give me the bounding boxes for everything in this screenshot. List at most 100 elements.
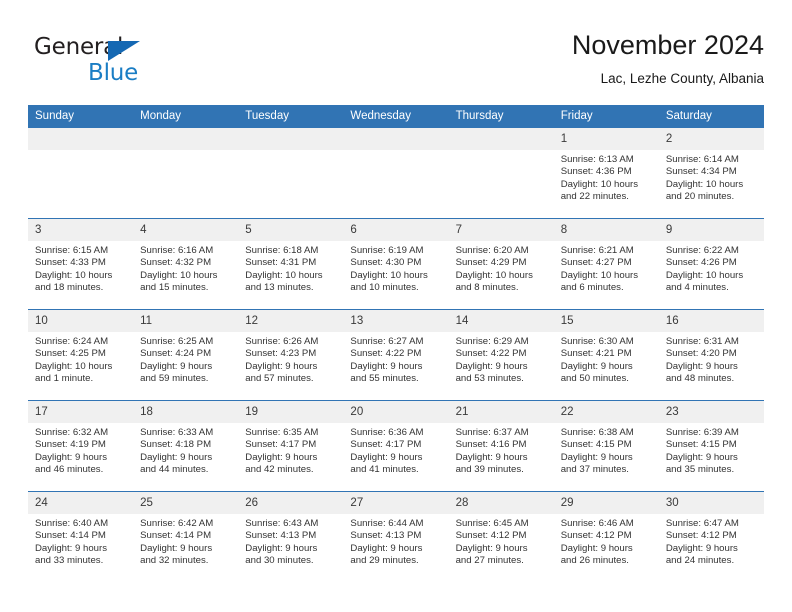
sunset-text: Sunset: 4:22 PM: [455, 348, 527, 360]
calendar-day-cell[interactable]: 12 Sunrise: 6:26 AM Sunset: 4:23 PM Dayligh…: [238, 309, 344, 401]
weekday-header-friday: Friday: [553, 105, 659, 128]
sunset-text: Sunset: 4:15 PM: [560, 439, 632, 451]
sunset-text: Sunset: 4:19 PM: [35, 439, 106, 451]
calendar-day-cell[interactable]: 25 Sunrise: 6:42 AM Sunset: 4:14 PM Dayligh…: [133, 491, 239, 580]
sunrise-text: Sunrise: 6:25 AM: [140, 336, 214, 347]
calendar-day-cell[interactable]: 10 Sunrise: 6:24 AM Sunset: 4:25 PM Dayligh…: [28, 309, 134, 401]
daylight-text-line2: and 1 minute.: [35, 373, 94, 385]
daylight-text-line2: and 27 minutes.: [455, 555, 524, 567]
calendar-day-cell[interactable]: 27 Sunrise: 6:44 AM Sunset: 4:13 PM Dayligh…: [343, 491, 449, 580]
sunset-text: Sunset: 4:31 PM: [245, 257, 317, 269]
daylight-text-line2: and 50 minutes.: [560, 373, 629, 385]
day-number: 17: [28, 401, 134, 423]
generalblue-logo[interactable]: General Blue: [28, 32, 258, 94]
calendar-day-cell[interactable]: 24 Sunrise: 6:40 AM Sunset: 4:14 PM Dayligh…: [28, 491, 134, 580]
page-title: November 2024: [571, 30, 764, 60]
calendar-day-cell[interactable]: 18 Sunrise: 6:33 AM Sunset: 4:18 PM Dayligh…: [133, 400, 239, 492]
sunset-text: Sunset: 4:36 PM: [560, 166, 632, 178]
calendar-day-cell[interactable]: 6 Sunrise: 6:19 AM Sunset: 4:30 PM Daylight…: [343, 218, 449, 310]
calendar-day-cell[interactable]: 14 Sunrise: 6:29 AM Sunset: 4:22 PM Dayligh…: [448, 309, 554, 401]
weekday-header-saturday: Saturday: [658, 105, 764, 128]
calendar-day-cell[interactable]: 15 Sunrise: 6:30 AM Sunset: 4:21 PM Dayligh…: [553, 309, 659, 401]
sunrise-text: Sunrise: 6:40 AM: [35, 518, 109, 529]
calendar-day-cell[interactable]: 20 Sunrise: 6:36 AM Sunset: 4:17 PM Dayligh…: [343, 400, 449, 492]
calendar-day-cell[interactable]: 11 Sunrise: 6:25 AM Sunset: 4:24 PM Dayligh…: [133, 309, 239, 401]
day-number: 27: [343, 492, 449, 514]
sunrise-text: Sunrise: 6:27 AM: [350, 336, 424, 347]
calendar-day-cell[interactable]: 4 Sunrise: 6:16 AM Sunset: 4:32 PM Daylight…: [133, 218, 239, 310]
daylight-text-line1: Daylight: 9 hours: [140, 360, 213, 372]
daylight-text-line1: Daylight: 9 hours: [560, 451, 633, 463]
daylight-text-line2: and 42 minutes.: [245, 464, 314, 476]
day-details: Sunrise: 6:38 AM Sunset: 4:15 PM Daylight:…: [554, 423, 659, 477]
daylight-text-line2: and 10 minutes.: [350, 282, 419, 294]
day-number: 21: [448, 401, 554, 423]
calendar-day-cell[interactable]: 29 Sunrise: 6:46 AM Sunset: 4:12 PM Dayligh…: [553, 491, 659, 580]
calendar-day-cell[interactable]: 19 Sunrise: 6:35 AM Sunset: 4:17 PM Dayligh…: [238, 400, 344, 492]
day-details: Sunrise: 6:47 AM Sunset: 4:12 PM Daylight:…: [659, 514, 764, 568]
day-number: 8: [553, 219, 659, 241]
sunset-text: Sunset: 4:24 PM: [140, 348, 212, 360]
day-details: Sunrise: 6:24 AM Sunset: 4:25 PM Daylight:…: [28, 332, 133, 386]
sunrise-text: Sunrise: 6:21 AM: [560, 245, 634, 256]
daylight-text-line1: Daylight: 10 hours: [140, 269, 218, 281]
day-details: Sunrise: 6:25 AM Sunset: 4:24 PM Daylight:…: [133, 332, 238, 386]
sunrise-text: Sunrise: 6:16 AM: [140, 245, 214, 256]
calendar-day-cell[interactable]: 5 Sunrise: 6:18 AM Sunset: 4:31 PM Daylight…: [238, 218, 344, 310]
weekday-header-thursday: Thursday: [448, 105, 554, 128]
sunrise-text: Sunrise: 6:14 AM: [665, 154, 739, 165]
day-details: Sunrise: 6:20 AM Sunset: 4:29 PM Daylight:…: [449, 241, 554, 295]
daylight-text-line1: Daylight: 9 hours: [350, 360, 423, 372]
calendar-day-cell[interactable]: 1 Sunrise: 6:13 AM Sunset: 4:36 PM Daylight…: [553, 127, 659, 219]
calendar-week-row: 1 Sunrise: 6:13 AM Sunset: 4:36 PM Daylight…: [28, 127, 764, 219]
sunrise-text: Sunrise: 6:46 AM: [560, 518, 634, 529]
daylight-text-line1: Daylight: 9 hours: [560, 542, 633, 554]
day-number: 7: [448, 219, 554, 241]
sunset-text: Sunset: 4:17 PM: [245, 439, 317, 451]
sunset-text: Sunset: 4:13 PM: [350, 530, 422, 542]
weekday-header-wednesday: Wednesday: [343, 105, 449, 128]
daylight-text-line1: Daylight: 9 hours: [140, 542, 213, 554]
calendar-day-cell[interactable]: 28 Sunrise: 6:45 AM Sunset: 4:12 PM Dayligh…: [448, 491, 554, 580]
sunset-text: Sunset: 4:29 PM: [455, 257, 527, 269]
calendar-day-cell[interactable]: 7 Sunrise: 6:20 AM Sunset: 4:29 PM Daylight…: [448, 218, 554, 310]
calendar-week-row: 24 Sunrise: 6:40 AM Sunset: 4:14 PM Dayligh…: [28, 491, 764, 580]
calendar-day-cell[interactable]: 16 Sunrise: 6:31 AM Sunset: 4:20 PM Dayligh…: [658, 309, 764, 401]
calendar-day-cell[interactable]: 9 Sunrise: 6:22 AM Sunset: 4:26 PM Daylight…: [658, 218, 764, 310]
day-details: Sunrise: 6:32 AM Sunset: 4:19 PM Daylight:…: [28, 423, 133, 477]
daylight-text-line1: Daylight: 9 hours: [560, 360, 633, 372]
calendar-day-cell[interactable]: 22 Sunrise: 6:38 AM Sunset: 4:15 PM Dayligh…: [553, 400, 659, 492]
daylight-text-line2: and 20 minutes.: [665, 191, 735, 203]
calendar-day-cell[interactable]: 13 Sunrise: 6:27 AM Sunset: 4:22 PM Dayligh…: [343, 309, 449, 401]
calendar-day-cell[interactable]: 30 Sunrise: 6:47 AM Sunset: 4:12 PM Dayligh…: [658, 491, 764, 580]
sunrise-text: Sunrise: 6:32 AM: [35, 427, 109, 438]
calendar-day-cell[interactable]: 2 Sunrise: 6:14 AM Sunset: 4:34 PM Daylight…: [658, 127, 764, 219]
day-details: Sunrise: 6:33 AM Sunset: 4:18 PM Daylight:…: [133, 423, 238, 477]
day-number: 26: [238, 492, 344, 514]
sunrise-text: Sunrise: 6:18 AM: [245, 245, 319, 256]
calendar-day-cell-empty: [28, 127, 134, 219]
calendar-day-cell[interactable]: 17 Sunrise: 6:32 AM Sunset: 4:19 PM Dayligh…: [28, 400, 134, 492]
calendar-day-cell[interactable]: 3 Sunrise: 6:15 AM Sunset: 4:33 PM Daylight…: [28, 218, 134, 310]
day-number: [238, 128, 344, 150]
day-number: 23: [658, 401, 764, 423]
daylight-text-line2: and 29 minutes.: [350, 555, 419, 567]
day-details: Sunrise: 6:46 AM Sunset: 4:12 PM Daylight:…: [554, 514, 659, 568]
daylight-text-line2: and 4 minutes.: [665, 282, 729, 294]
daylight-text-line2: and 6 minutes.: [560, 282, 624, 294]
daylight-text-line2: and 32 minutes.: [140, 555, 209, 567]
weekday-header-tuesday: Tuesday: [238, 105, 344, 128]
calendar-day-cell[interactable]: 26 Sunrise: 6:43 AM Sunset: 4:13 PM Dayligh…: [238, 491, 344, 580]
day-number: 5: [238, 219, 344, 241]
daylight-text-line1: Daylight: 10 hours: [665, 269, 744, 281]
sunset-text: Sunset: 4:12 PM: [665, 530, 737, 542]
calendar-day-cell[interactable]: 21 Sunrise: 6:37 AM Sunset: 4:16 PM Dayligh…: [448, 400, 554, 492]
day-details: Sunrise: 6:26 AM Sunset: 4:23 PM Daylight:…: [238, 332, 343, 386]
calendar-day-cell[interactable]: 8 Sunrise: 6:21 AM Sunset: 4:27 PM Daylight…: [553, 218, 659, 310]
day-number: 13: [343, 310, 449, 332]
day-details: Sunrise: 6:19 AM Sunset: 4:30 PM Daylight:…: [343, 241, 448, 295]
daylight-text-line1: Daylight: 9 hours: [35, 542, 107, 554]
calendar-day-cell-empty: [133, 127, 239, 219]
day-number: [28, 128, 134, 150]
calendar-day-cell[interactable]: 23 Sunrise: 6:39 AM Sunset: 4:15 PM Dayligh…: [658, 400, 764, 492]
